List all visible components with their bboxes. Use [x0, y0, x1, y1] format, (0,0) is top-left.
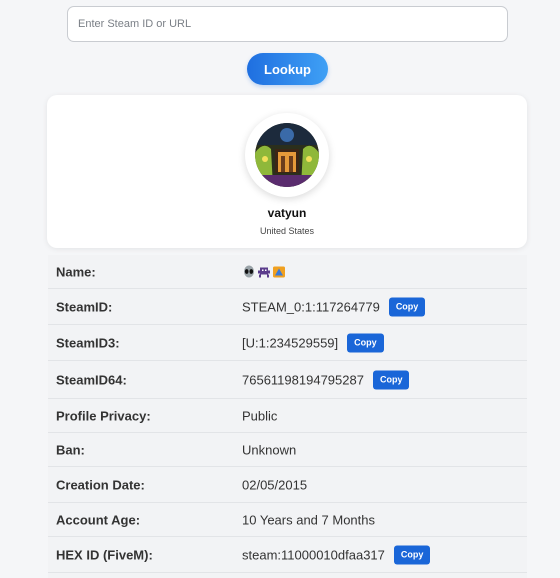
info-value: Public — [242, 408, 277, 423]
info-value-text: steam:11000010dfaa317 — [242, 547, 385, 562]
info-row: Name: — [48, 255, 527, 289]
info-value: 76561198194795287 Copy — [242, 370, 410, 389]
card-icon — [272, 265, 287, 278]
info-row: SteamID: STEAM_0:1:117264779 Copy — [48, 289, 527, 325]
info-row: SteamID3: [U:1:234529559] Copy — [48, 325, 527, 361]
info-label: Account Age: — [56, 512, 141, 527]
info-label: Ban: — [56, 442, 85, 457]
copy-button[interactable]: Copy — [347, 333, 384, 352]
info-row: HEX ID (FiveM): steam:11000010dfaa317 Copy — [48, 537, 527, 573]
info-value-text: 02/05/2015 — [242, 477, 308, 492]
info-value: steam:11000010dfaa317 Copy — [242, 545, 431, 564]
info-label: Creation Date: — [56, 477, 145, 492]
copy-button[interactable]: Copy — [393, 545, 431, 564]
avatar — [255, 123, 319, 187]
space-invader-icon — [257, 265, 272, 278]
info-label: SteamID3: — [56, 335, 120, 350]
info-label: SteamID64: — [56, 372, 127, 387]
info-row: Account Age: 10 Years and 7 Months — [48, 503, 527, 537]
info-row: Ban: Unknown — [48, 433, 527, 467]
info-row: Profile Privacy: Public — [48, 399, 527, 433]
info-value-text: Unknown — [242, 442, 297, 457]
info-value: STEAM_0:1:117264779 Copy — [242, 297, 426, 316]
info-value — [242, 265, 287, 278]
alien-icon — [242, 265, 257, 278]
copy-button[interactable]: Copy — [388, 297, 426, 316]
profile-card: vatyun United States — [47, 95, 527, 248]
profile-username: vatyun — [267, 206, 307, 220]
info-label: HEX ID (FiveM): — [56, 547, 153, 562]
profile-country: United States — [259, 226, 315, 236]
info-value-text: 10 Years and 7 Months — [242, 512, 375, 527]
copy-button[interactable]: Copy — [372, 370, 410, 389]
info-value-text: STEAM_0:1:117264779 — [242, 299, 380, 314]
info-value: Unknown — [242, 442, 296, 457]
avatar-ring — [245, 113, 329, 197]
info-value-text: [U:1:234529559] — [242, 335, 339, 350]
search-input[interactable] — [67, 6, 508, 42]
info-label: Name: — [56, 264, 96, 279]
info-label: Profile Privacy: — [56, 408, 151, 423]
info-row: Creation Date: 02/05/2015 — [48, 467, 527, 503]
info-value-text: 76561198194795287 — [242, 372, 364, 387]
info-value: 10 Years and 7 Months — [242, 512, 375, 527]
info-value: [U:1:234529559] Copy — [242, 333, 384, 352]
lookup-button[interactable]: Lookup — [247, 53, 328, 85]
info-value: 02/05/2015 — [242, 477, 307, 492]
info-table: Name: SteamID: STEAM_0:1:117264779 Copy Stea… — [48, 255, 527, 578]
info-value-text: Public — [242, 408, 278, 423]
info-label: SteamID: — [56, 299, 113, 314]
info-row: SteamID64: 76561198194795287 Copy — [48, 361, 527, 399]
steam-lookup-page: Lookup va — [0, 0, 560, 578]
